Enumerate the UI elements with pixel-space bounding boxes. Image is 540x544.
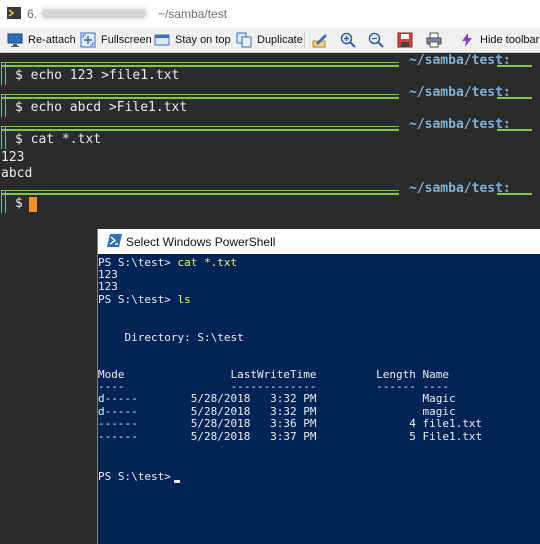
terminal-app-icon — [7, 7, 21, 19]
console-line: PS S:\test> ls — [98, 293, 191, 306]
prompt-symbol: $ — [15, 100, 23, 115]
ps-command: ls — [177, 293, 191, 306]
zoom-in-icon — [340, 32, 356, 48]
duplicate-icon — [236, 32, 252, 48]
duplicate-button[interactable]: Duplicate — [236, 31, 303, 49]
prompt-path: ~/samba/test: — [409, 53, 511, 68]
title-bar: 6. ~/samba/test — [0, 0, 540, 28]
ps-prompt: PS S:\test> — [98, 293, 178, 306]
prompt-border — [1, 193, 399, 195]
prompt-border — [1, 94, 399, 95]
prompt-border — [1, 94, 6, 117]
command-line: $ echo 123 >file1.txt — [15, 68, 179, 83]
prompt-border — [1, 190, 6, 213]
toolbar-separator — [304, 32, 305, 48]
duplicate-label: Duplicate — [257, 34, 303, 46]
toolbar: Re-attach Fullscreen Stay on top Duplica… — [0, 28, 540, 53]
prompt-border — [1, 97, 399, 99]
pin-icon — [154, 32, 170, 48]
zoom-in-button[interactable] — [340, 31, 361, 49]
output-line: 123 — [1, 150, 25, 165]
print-button[interactable] — [426, 31, 447, 49]
powershell-icon — [107, 234, 122, 247]
zoom-out-button[interactable] — [368, 31, 389, 49]
command-line: $ echo abcd >File1.txt — [15, 100, 187, 115]
prompt-symbol: $ — [15, 132, 23, 147]
save-button[interactable] — [397, 31, 418, 49]
zoom-out-icon — [368, 32, 384, 48]
print-icon — [426, 32, 442, 48]
prompt-path: ~/samba/test: — [409, 117, 511, 132]
fullscreen-label: Fullscreen — [101, 34, 152, 46]
table-row: ------ 5/28/2018 3:37 PM 5 File1.txt — [98, 430, 483, 443]
prompt-path: ~/samba/test: — [409, 181, 511, 196]
text-cursor — [29, 197, 37, 212]
hide-toolbar-label: Hide toolbar — [480, 34, 540, 46]
prompt-border — [1, 62, 399, 63]
powershell-console[interactable]: PS S:\test> cat *.txt 123 123 PS S:\test… — [98, 254, 540, 544]
command-line: $ — [15, 196, 23, 211]
prompt-symbol: $ — [15, 68, 23, 83]
re-attach-button[interactable]: Re-attach — [7, 31, 76, 49]
console-line: Directory: S:\test — [98, 331, 244, 344]
ps-command: cat *.txt — [177, 256, 238, 269]
powershell-title: Select Windows PowerShell — [126, 235, 276, 249]
console-line: 123 — [98, 280, 118, 293]
fullscreen-button[interactable]: Fullscreen — [80, 31, 152, 49]
terminal-pane[interactable]: ~/samba/test: $ echo 123 >file1.txt ~/sa… — [0, 53, 540, 223]
text-cursor — [174, 480, 180, 483]
console-line: PS S:\test> — [98, 470, 178, 483]
output-line: abcd — [1, 166, 33, 181]
command-text: cat *.txt — [30, 132, 102, 147]
stay-on-top-button[interactable]: Stay on top — [154, 31, 231, 49]
prompt-path: ~/samba/test: — [409, 85, 511, 100]
prompt-symbol: $ — [15, 196, 23, 211]
edit-button[interactable] — [312, 31, 333, 49]
fullscreen-icon — [80, 32, 96, 48]
redacted-hostname — [42, 9, 146, 18]
prompt-border — [1, 126, 399, 127]
save-icon — [397, 32, 413, 48]
stay-on-top-label: Stay on top — [175, 34, 231, 46]
table-row: d----- 5/28/2018 3:32 PM Magic — [98, 392, 456, 405]
re-attach-label: Re-attach — [28, 34, 76, 46]
command-line: $ cat *.txt — [15, 132, 101, 147]
powershell-title-bar[interactable]: Select Windows PowerShell — [98, 229, 540, 254]
hide-toolbar-button[interactable]: Hide toolbar — [459, 31, 539, 49]
prompt-border — [1, 126, 6, 149]
console-line: PS S:\test> cat *.txt — [98, 256, 238, 269]
edit-icon — [312, 32, 328, 48]
prompt-border — [1, 65, 399, 67]
command-text: echo 123 >file1.txt — [30, 68, 180, 83]
monitor-icon — [7, 32, 23, 48]
window-title-path: ~/samba/test — [158, 7, 228, 21]
prompt-border — [1, 190, 399, 191]
prompt-border — [1, 62, 6, 85]
table-row: ------ 5/28/2018 3:36 PM 4 file1.txt — [98, 417, 483, 430]
command-text: echo abcd >File1.txt — [30, 100, 188, 115]
prompt-border — [1, 129, 399, 131]
lightning-icon — [459, 32, 475, 48]
window-number: 6. — [27, 7, 38, 21]
powershell-window[interactable]: Select Windows PowerShell PS S:\test> ca… — [97, 229, 540, 544]
